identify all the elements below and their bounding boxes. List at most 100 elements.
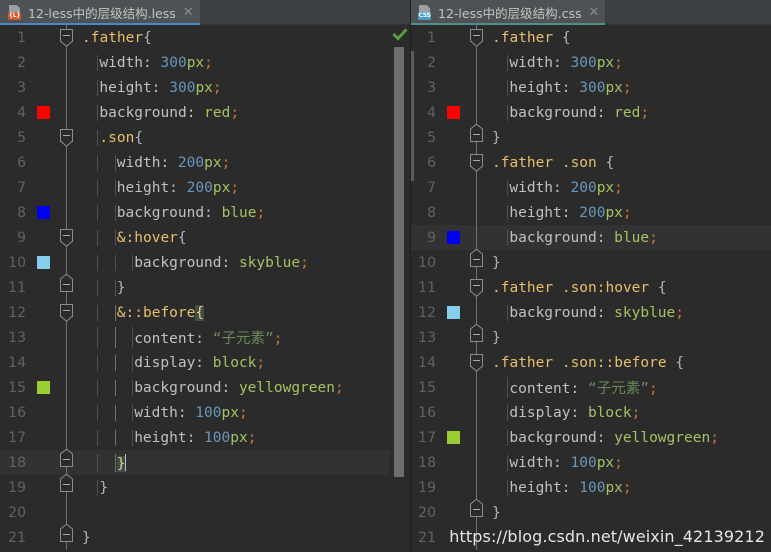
token-num: 300 [570, 54, 597, 71]
color-swatch[interactable] [36, 256, 50, 269]
code-line[interactable]: 21} [0, 524, 410, 550]
fold-end-icon[interactable] [60, 274, 73, 292]
code-line[interactable]: 6 width: 200px; [0, 150, 410, 175]
code-line[interactable]: 2 width: 300px; [410, 50, 771, 75]
color-swatch[interactable] [36, 106, 50, 119]
color-swatch[interactable] [446, 106, 460, 119]
fold-collapse-icon[interactable] [60, 129, 73, 147]
color-swatch[interactable] [446, 431, 460, 444]
code-line[interactable]: 5} [410, 124, 771, 150]
code-line[interactable]: 2 width: 300px; [0, 50, 410, 75]
line-number: 12 [418, 304, 436, 321]
code-line[interactable]: 16 display: block; [410, 400, 771, 425]
fold-end-icon[interactable] [470, 249, 483, 267]
color-swatch-gutter [30, 206, 56, 219]
code-line[interactable]: 16 width: 100px; [0, 400, 410, 425]
code-line[interactable]: 19} [0, 474, 410, 500]
fold-collapse-icon[interactable] [470, 354, 483, 372]
fold-collapse-icon[interactable] [470, 29, 483, 47]
code-line[interactable]: 21 [410, 525, 771, 550]
code-line[interactable]: 10} [410, 249, 771, 275]
code-line[interactable]: 18 width: 100px; [410, 450, 771, 475]
line-number: 14 [418, 354, 436, 371]
fold-collapse-icon[interactable] [60, 304, 73, 322]
token-brace: } [492, 329, 501, 346]
color-swatch[interactable] [36, 381, 50, 394]
indent-guide [114, 304, 116, 321]
line-number: 21 [8, 529, 26, 546]
pane-divider[interactable] [410, 0, 411, 552]
code-line[interactable]: 15 content: “子元素”; [410, 375, 771, 400]
code-line[interactable]: 13} [410, 324, 771, 350]
code-line[interactable]: 7 width: 200px; [410, 175, 771, 200]
fold-end-icon[interactable] [470, 324, 483, 342]
code-line[interactable]: 1 .father { [410, 25, 771, 50]
code-line[interactable]: 12 &::before{ [0, 300, 410, 325]
fold-collapse-icon[interactable] [470, 279, 483, 297]
fold-end-icon[interactable] [60, 524, 73, 542]
code-editor-less[interactable]: 1 .father{ 2 width: 300px; 3 height: 300px; 4 b… [0, 25, 410, 552]
code-line[interactable]: 14 display: block; [0, 350, 410, 375]
line-number: 7 [17, 179, 26, 196]
fold-end-icon[interactable] [60, 474, 73, 492]
token-punc: ; [640, 104, 650, 121]
line-number: 2 [17, 54, 26, 71]
code-line[interactable]: 13 content: “子元素”; [0, 325, 410, 350]
code-line[interactable]: 9 background: blue; [410, 225, 771, 250]
fold-gutter [56, 325, 78, 350]
code-line[interactable]: 20 [0, 500, 410, 525]
token-kw: skyblue [238, 254, 301, 271]
fold-gutter [466, 450, 488, 475]
token-punc: ; [256, 204, 266, 221]
code-line[interactable]: 8 height: 200px; [410, 200, 771, 225]
code-text: } [488, 505, 771, 521]
code-line[interactable]: 20} [410, 499, 771, 525]
code-line[interactable]: 12 background: skyblue; [410, 300, 771, 325]
code-line[interactable]: 6 .father .son { [410, 150, 771, 175]
vertical-scrollbar-left[interactable] [394, 47, 404, 477]
code-editor-css[interactable]: 1 .father {2 width: 300px; 3 height: 300px; 4… [410, 25, 771, 552]
fold-collapse-icon[interactable] [60, 229, 73, 247]
token-punc: ; [247, 429, 257, 446]
code-line[interactable]: 9 &:hover{ [0, 225, 410, 250]
code-line[interactable]: 4 background: red; [0, 100, 410, 125]
code-line[interactable]: 4 background: red; [410, 100, 771, 125]
close-icon[interactable]: ✕ [588, 6, 599, 19]
code-line[interactable]: 7 height: 200px; [0, 175, 410, 200]
code-line[interactable]: 18} [0, 449, 410, 475]
code-line[interactable]: 11 .father .son:hover { [410, 275, 771, 300]
code-text: width: 300px; [78, 54, 410, 71]
code-line[interactable]: 1 .father{ [0, 25, 410, 50]
fold-end-icon[interactable] [470, 499, 483, 517]
color-swatch[interactable] [446, 306, 460, 319]
indent-guide [97, 104, 99, 121]
fold-end-icon[interactable] [470, 124, 483, 142]
code-line[interactable]: 19 height: 100px; [410, 475, 771, 500]
code-line[interactable]: 14 .father .son::before { [410, 350, 771, 375]
token-punc: ; [649, 229, 658, 246]
close-icon[interactable]: ✕ [183, 6, 194, 19]
code-line[interactable]: 17 height: 100px; [0, 425, 410, 450]
tab-less-file[interactable]: {L} 12-less中的层级结构.less ✕ [0, 0, 200, 25]
fold-collapse-icon[interactable] [60, 29, 73, 47]
indent-guide [114, 229, 116, 246]
code-line[interactable]: 8 background: blue; [0, 200, 410, 225]
code-line[interactable]: 11} [0, 274, 410, 300]
code-line[interactable]: 15 background: yellowgreen; [0, 375, 410, 400]
code-line[interactable]: 17 background: yellowgreen; [410, 425, 771, 450]
code-text: &:hover{ [78, 229, 410, 246]
code-line[interactable]: 3 height: 300px; [0, 75, 410, 100]
tab-right-label: 12-less中的层级结构.css [438, 6, 582, 21]
code-line[interactable]: 3 height: 300px; [410, 75, 771, 100]
color-swatch[interactable] [446, 231, 460, 244]
indent-guide [97, 79, 99, 96]
fold-end-icon[interactable] [60, 449, 73, 467]
fold-gutter [56, 250, 78, 275]
code-text: content: “子元素”; [488, 377, 771, 398]
tab-css-file[interactable]: CSS 12-less中的层级结构.css ✕ [410, 0, 606, 25]
color-swatch[interactable] [36, 206, 50, 219]
token-kw: blue [614, 229, 650, 246]
fold-collapse-icon[interactable] [470, 154, 483, 172]
code-line[interactable]: 5 .son{ [0, 125, 410, 150]
code-line[interactable]: 10 background: skyblue; [0, 250, 410, 275]
